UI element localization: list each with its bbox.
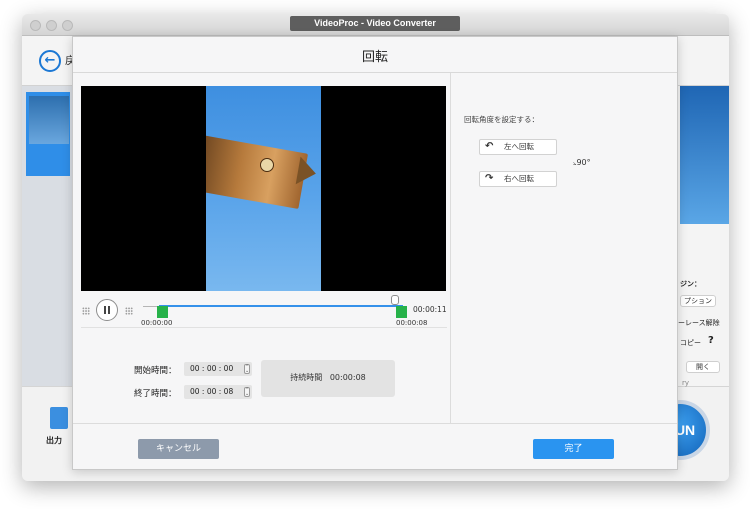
- timeline-track[interactable]: [159, 305, 403, 307]
- start-time-value: 00 : 00 : 00: [190, 364, 234, 373]
- end-time-field[interactable]: 00 : 00 : 08 ⌃ ⌄: [184, 385, 252, 399]
- video-thumbnail: [29, 96, 69, 144]
- pause-icon: [104, 306, 106, 314]
- tower-spire: [295, 156, 319, 188]
- rotate-dialog: 回転 00:00:00 00:00:08 00:00:11 開始時間： 00:…: [72, 36, 678, 470]
- video-list-pane: [22, 86, 72, 386]
- dialog-title: 回転: [361, 50, 388, 65]
- settings-pane: ジン： プション ーレース解除 コピー ? 開く ry: [678, 86, 729, 387]
- clock-face: [260, 158, 274, 172]
- rotate-left-icon: ↶: [485, 141, 494, 152]
- help-icon[interactable]: ?: [708, 335, 714, 346]
- output-label: 出力: [46, 436, 62, 445]
- video-preview: [81, 86, 446, 291]
- zoom-window-button[interactable]: [62, 20, 73, 31]
- playhead-marker[interactable]: [391, 295, 399, 305]
- start-time-stepper[interactable]: ⌃ ⌄: [244, 364, 250, 374]
- controls-separator: [81, 327, 447, 328]
- deinterlace-label: ーレース解除: [678, 319, 720, 327]
- rotated-video-frame: [206, 86, 321, 291]
- close-window-button[interactable]: [30, 20, 41, 31]
- total-duration: 00:00:11: [413, 305, 447, 314]
- clock-tower-image: [206, 135, 309, 209]
- screen: VideoProc - Video Converter ← 戻 出力 ジン： プ…: [0, 0, 750, 509]
- drag-grip-left: [82, 307, 90, 315]
- trim-end-time: 00:00:08: [396, 319, 428, 327]
- preview-thumbnail: [680, 86, 729, 224]
- rotation-angle: ⦣90°: [573, 158, 591, 167]
- back-button[interactable]: ←: [39, 50, 61, 72]
- end-time-label: 終了時間：: [134, 389, 177, 399]
- engine-heading: ジン：: [680, 280, 701, 288]
- output-icon[interactable]: [50, 407, 68, 429]
- start-time-label: 開始時間：: [134, 366, 177, 376]
- start-time-field[interactable]: 00 : 00 : 00 ⌃ ⌄: [184, 362, 252, 376]
- rotate-right-label: 右へ回転: [504, 174, 534, 183]
- pause-button[interactable]: [96, 299, 118, 321]
- video-thumbnail-card[interactable]: [26, 92, 70, 176]
- trim-start-handle[interactable]: [157, 306, 168, 318]
- dialog-header: 回転: [73, 37, 677, 73]
- output-path-text: ry: [682, 379, 690, 387]
- trim-end-handle[interactable]: [396, 306, 407, 318]
- duration-box: 持続時間 00:00:08: [261, 360, 395, 397]
- done-button[interactable]: 完了: [533, 439, 614, 459]
- panel-divider: [450, 73, 451, 423]
- end-time-stepper[interactable]: ⌃ ⌄: [244, 387, 250, 397]
- option-button[interactable]: プション: [680, 295, 716, 307]
- rotation-heading: 回転角度を設定する：: [464, 115, 539, 124]
- minimize-window-button[interactable]: [46, 20, 57, 31]
- title-bar: VideoProc - Video Converter: [22, 14, 729, 36]
- rotate-left-label: 左へ回転: [504, 142, 534, 151]
- end-time-value: 00 : 00 : 08: [190, 387, 234, 396]
- trim-start-time: 00:00:00: [141, 319, 173, 327]
- rotate-right-icon: ↷: [485, 173, 494, 184]
- duration-label: 持続時間: [290, 373, 323, 382]
- drag-grip-right: [125, 307, 133, 315]
- duration-value: 00:00:08: [329, 373, 366, 382]
- rotate-left-button[interactable]: ↶ 左へ回転: [479, 139, 557, 155]
- window-title: VideoProc - Video Converter: [290, 16, 460, 31]
- copy-label: コピー: [680, 339, 701, 347]
- arrow-left-icon: ←: [44, 53, 56, 68]
- footer-divider: [73, 423, 677, 424]
- cancel-button[interactable]: キャンセル: [138, 439, 219, 459]
- open-folder-button[interactable]: 開く: [686, 361, 720, 373]
- rotate-right-button[interactable]: ↷ 右へ回転: [479, 171, 557, 187]
